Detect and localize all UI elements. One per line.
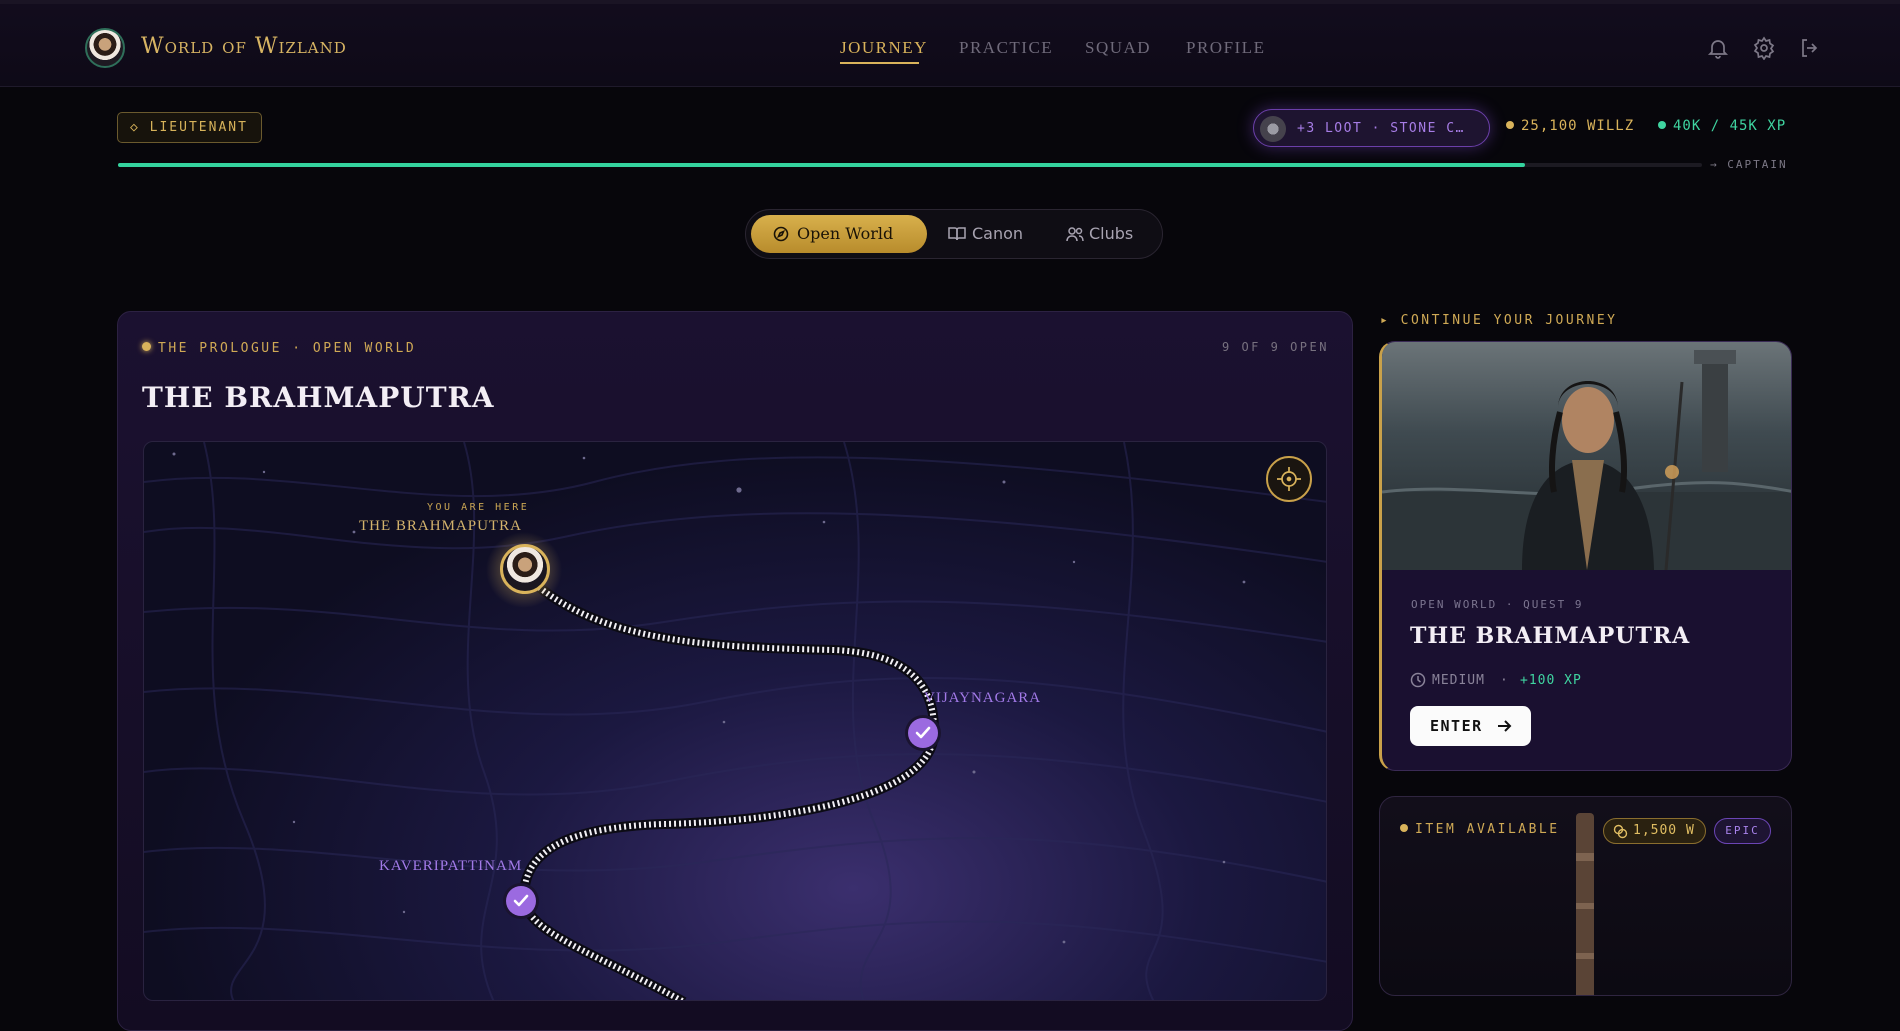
crosshair-icon xyxy=(1277,467,1301,491)
loot-pill[interactable]: +3 LOOT · STONE C… xyxy=(1253,109,1490,147)
nav-journey[interactable]: JOURNEY xyxy=(840,38,928,58)
node-label-kaveripattinam: KAVERIPATTINAM xyxy=(379,858,523,874)
quest-reward: +100 XP xyxy=(1520,673,1582,688)
open-count: 9 OF 9 OPEN xyxy=(1222,340,1329,354)
quest-meta: OPEN WORLD · QUEST 9 xyxy=(1411,598,1584,611)
warrior-illustration xyxy=(1382,350,1791,571)
contour-lines xyxy=(144,442,1326,1000)
app-title[interactable]: World of Wizland xyxy=(141,34,347,59)
loot-text: +3 LOOT · STONE C… xyxy=(1297,121,1465,136)
continue-journey-eyebrow: ▸ CONTINUE YOUR JOURNEY xyxy=(1380,313,1618,328)
mode-canon[interactable]: Canon xyxy=(940,215,1046,253)
status-dot-icon xyxy=(142,342,151,351)
enter-quest-button[interactable]: ENTER xyxy=(1410,706,1531,746)
xp-progress-bar xyxy=(118,163,1702,167)
gear-icon[interactable] xyxy=(1752,36,1776,60)
item-available-label: ITEM AVAILABLE xyxy=(1400,822,1560,837)
mode-switcher: Open World Canon Clubs xyxy=(745,209,1163,259)
xp-dot-icon xyxy=(1658,121,1666,129)
quest-separator: · xyxy=(1500,673,1509,688)
quest-artwork xyxy=(1382,342,1791,571)
users-icon xyxy=(1066,227,1084,242)
brand-avatar[interactable] xyxy=(85,28,125,68)
staff-illustration xyxy=(1576,813,1594,995)
checkmark-icon xyxy=(915,726,931,739)
nav-active-underline xyxy=(840,62,919,64)
top-navigation-bar: World of Wizland JOURNEY PRACTICE SQUAD … xyxy=(0,0,1900,87)
mode-open-world[interactable]: Open World xyxy=(751,215,927,253)
current-location-label: THE BRAHMAPUTRA xyxy=(359,518,522,534)
item-rarity-badge: EPIC xyxy=(1714,818,1771,844)
mode-clubs[interactable]: Clubs xyxy=(1054,215,1158,253)
node-kaveripattinam[interactable] xyxy=(506,886,536,916)
map-title: THE BRAHMAPUTRA xyxy=(142,381,495,414)
logout-icon[interactable] xyxy=(1798,36,1822,60)
nav-practice[interactable]: PRACTICE xyxy=(959,38,1053,58)
book-icon xyxy=(948,227,966,241)
checkmark-icon xyxy=(513,894,529,907)
arrow-right-icon xyxy=(1498,720,1512,732)
willz-balance: 25,100 WILLZ xyxy=(1506,118,1634,134)
quest-difficulty: MEDIUM xyxy=(1432,673,1485,688)
next-rank-label: → CAPTAIN xyxy=(1710,158,1788,171)
compass-icon xyxy=(773,226,789,242)
xp-progress-fill xyxy=(118,163,1525,167)
map-terrain xyxy=(144,442,1326,1000)
map-eyebrow: THE PROLOGUE · OPEN WORLD xyxy=(142,341,416,356)
path-shadow xyxy=(518,570,940,1000)
map-stars xyxy=(172,452,1246,944)
coins-icon xyxy=(1613,824,1628,839)
loot-item-avatar xyxy=(1260,116,1286,142)
recenter-map-button[interactable] xyxy=(1266,456,1312,502)
nav-squad[interactable]: SQUAD xyxy=(1085,38,1151,58)
journey-map[interactable]: YOU ARE HERE THE BRAHMAPUTRA VIJAYNAGARA… xyxy=(143,441,1327,1001)
item-available-card[interactable]: ITEM AVAILABLE 1,500 W EPIC xyxy=(1379,796,1792,996)
nav-profile[interactable]: PROFILE xyxy=(1186,38,1265,58)
node-vijaynagara[interactable] xyxy=(908,718,938,748)
status-dot-icon xyxy=(1400,824,1408,832)
quest-title: THE BRAHMAPUTRA xyxy=(1410,623,1691,649)
clock-icon xyxy=(1410,672,1426,688)
bell-icon[interactable] xyxy=(1706,36,1730,60)
node-label-vijaynagara: VIJAYNAGARA xyxy=(924,690,1042,706)
you-are-here-label: YOU ARE HERE xyxy=(427,502,530,513)
continue-quest-card[interactable]: OPEN WORLD · QUEST 9 THE BRAHMAPUTRA MED… xyxy=(1379,341,1792,771)
coin-dot-icon xyxy=(1506,121,1514,129)
item-price: 1,500 W xyxy=(1603,818,1706,844)
current-location-node[interactable] xyxy=(500,544,550,594)
xp-counter: 40K / 45K XP xyxy=(1658,118,1786,134)
rank-badge: ◇ LIEUTENANT xyxy=(117,112,262,143)
